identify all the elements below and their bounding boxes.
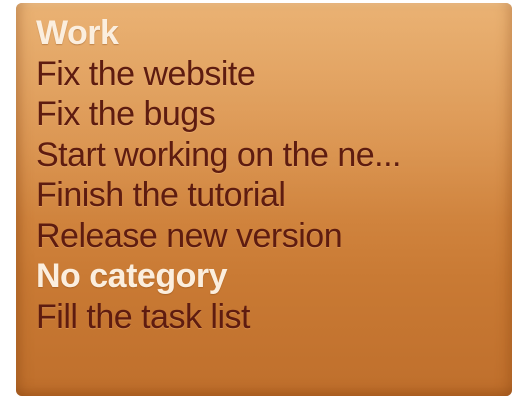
category-header-no-category[interactable]: No category bbox=[36, 256, 502, 297]
task-item[interactable]: Finish the tutorial bbox=[36, 175, 502, 216]
task-list-panel: Work Fix the website Fix the bugs Start … bbox=[16, 3, 512, 396]
task-list: Work Fix the website Fix the bugs Start … bbox=[36, 13, 502, 337]
task-item[interactable]: Fill the task list bbox=[36, 297, 502, 338]
category-header-work[interactable]: Work bbox=[36, 13, 502, 54]
task-item[interactable]: Fix the website bbox=[36, 54, 502, 95]
task-item[interactable]: Start working on the ne... bbox=[36, 135, 502, 176]
task-item[interactable]: Release new version bbox=[36, 216, 502, 257]
task-item[interactable]: Fix the bugs bbox=[36, 94, 502, 135]
